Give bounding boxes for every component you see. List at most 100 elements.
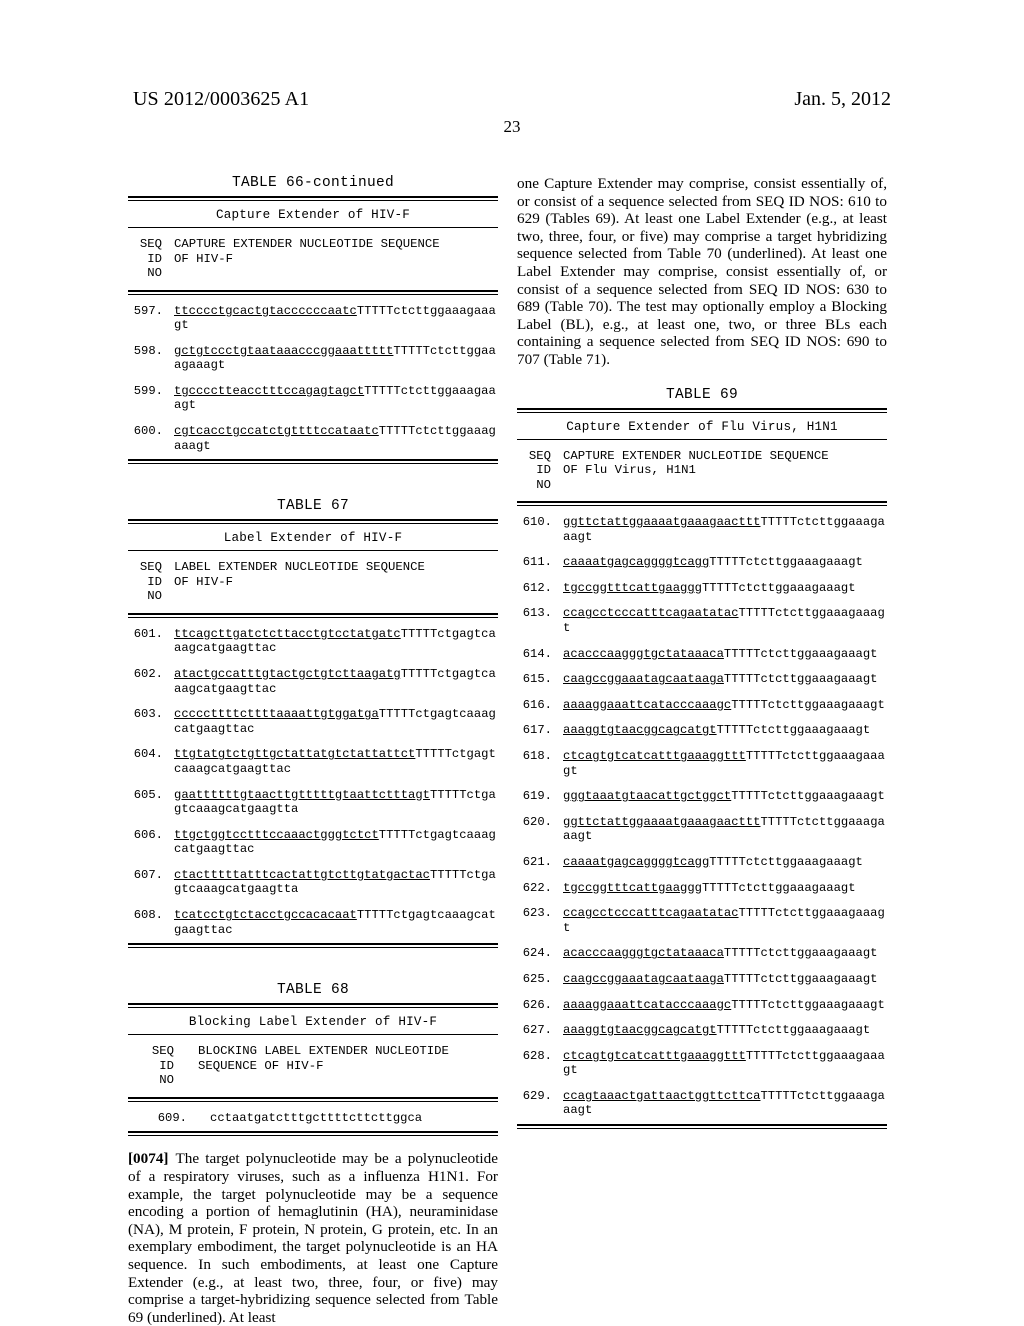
nucleotide-sequence: ttgctggtcctttccaaactgggtctctTTTTTctgagtc… <box>174 828 498 857</box>
table-69-column-headers: SEQ ID NO CAPTURE EXTENDER NUCLEOTIDE SE… <box>517 440 887 502</box>
target-hybridizing-segment: tgccggtttcattgaaggg <box>563 880 702 895</box>
table-68: TABLE 68 Blocking Label Extender of HIV-… <box>128 982 498 1137</box>
nucleotide-sequence: caaaatgagcaggggtcaggTTTTTctcttggaaagaaag… <box>563 555 887 570</box>
target-hybridizing-segment: ggttctattggaaaatgaaagaacttt <box>563 515 761 530</box>
nucleotide-sequence: tgcccctteacctttccagagtagctTTTTTctcttggaa… <box>174 384 498 413</box>
table-69: TABLE 69 Capture Extender of Flu Virus, … <box>517 387 887 1130</box>
nucleotide-sequence: ttcagcttgatctcttacctgtcctatgatcTTTTTctga… <box>174 627 498 656</box>
table-69-seq-id-header: SEQ ID NO <box>528 448 552 492</box>
nucleotide-sequence: aaaggtgtaacggcagcatgtTTTTTctcttggaaagaaa… <box>563 1023 887 1038</box>
tail-segment: cctaatgatctttgcttttcttcttggca <box>210 1110 423 1125</box>
seq-id-number: 629. <box>522 1088 552 1103</box>
tail-segment: TTTTTctcttggaaagaaagt <box>716 1023 871 1038</box>
nucleotide-sequence: aaaaggaaattcatacccaaagcTTTTTctcttggaaaga… <box>563 998 887 1013</box>
tail-segment: TTTTTctcttggaaagaaagt <box>731 789 885 804</box>
sequence-row: 607. ctactttttatttcactattgtcttgtatgactacT… <box>128 868 498 897</box>
sequence-row: 622. tgccggtttcattgaagggTTTTTctcttggaaaga… <box>517 881 887 896</box>
seq-id-number: 609. <box>157 1110 187 1125</box>
page-number: 23 <box>503 117 521 136</box>
table-67-column-headers: SEQ ID NO LABEL EXTENDER NUCLEOTIDE SEQU… <box>128 551 498 613</box>
seq-id-number: 628. <box>522 1048 552 1063</box>
sequence-row: 613. ccagcctcccatttcagaatatacTTTTTctcttgg… <box>517 606 887 635</box>
target-hybridizing-segment: ggttctattggaaaatgaaagaacttt <box>563 814 761 829</box>
table-67-body: 601. ttcagcttgatctcttacctgtcctatgatcTTTTT… <box>128 618 498 944</box>
table-67-bottom-rule <box>128 943 498 949</box>
seq-id-number: 610. <box>522 515 552 530</box>
seq-id-number: 627. <box>522 1023 552 1038</box>
table-67: TABLE 67 Label Extender of HIV-F SEQ ID … <box>128 498 498 949</box>
sequence-row: 623. ccagcctcccatttcagaatatacTTTTTctcttgg… <box>517 906 887 935</box>
seq-id-number: 624. <box>522 946 552 961</box>
nucleotide-sequence: ggttctattggaaaatgaaagaactttTTTTTctcttgga… <box>563 815 887 844</box>
seq-id-number: 621. <box>522 854 552 869</box>
table-66-bottom-rule <box>128 459 498 465</box>
target-hybridizing-segment: ctcagtgtcatcatttgaaaggttt <box>563 1048 746 1063</box>
tail-segment: TTTTTctcttggaaagaaagt <box>731 697 885 712</box>
nucleotide-sequence: acacccaagggtgctataaacaTTTTTctcttggaaagaa… <box>563 946 887 961</box>
table-66-title: TABLE 66-continued <box>231 175 395 191</box>
sequence-row: 602. atactgccatttgtactgctgtcttaagatgTTTTT… <box>128 667 498 696</box>
nucleotide-sequence: ttcccctgcactgtaccccccaatcTTTTTctcttggaaa… <box>174 304 498 333</box>
target-hybridizing-segment: ttgctggtcctttccaaactgggtctct <box>174 827 379 842</box>
target-hybridizing-segment: caaaatgagcaggggtcagg <box>563 555 710 570</box>
nucleotide-sequence: ccagcctcccatttcagaatatacTTTTTctcttggaaag… <box>563 606 887 635</box>
target-hybridizing-segment: tgccggtttcattgaaggg <box>563 580 702 595</box>
seq-id-number: 606. <box>133 827 163 842</box>
sequence-row: 628. ctcagtgtcatcatttgaaaggtttTTTTTctcttg… <box>517 1049 887 1078</box>
target-hybridizing-segment: gaattttttgtaacttgtttttgtaattctttagt <box>174 787 430 802</box>
table-67-subtitle: Label Extender of HIV-F <box>223 531 403 546</box>
tail-segment: TTTTTctcttggaaagaaagt <box>723 646 878 661</box>
target-hybridizing-segment: aaaaggaaattcatacccaaagc <box>563 697 732 712</box>
sequence-row: 615. caagccggaaatagcaataagaTTTTTctcttggaa… <box>517 672 887 687</box>
nucleotide-sequence: aaaaggaaattcatacccaaagcTTTTTctcttggaaaga… <box>563 698 887 713</box>
nucleotide-sequence: ccagcctcccatttcagaatatacTTTTTctcttggaaag… <box>563 906 887 935</box>
nucleotide-sequence: cgtcacctgccatctgttttccataatcTTTTTctcttgg… <box>174 424 498 453</box>
table-67-title: TABLE 67 <box>276 498 349 515</box>
nucleotide-sequence: caagccggaaatagcaataagaTTTTTctcttggaaagaa… <box>563 972 887 987</box>
seq-id-number: 608. <box>133 908 163 923</box>
target-hybridizing-segment: acacccaagggtgctataaaca <box>563 646 724 661</box>
table-66-body: 597. ttcccctgcactgtaccccccaatcTTTTTctcttg… <box>128 295 498 460</box>
seq-id-number: 613. <box>522 606 552 621</box>
sequence-row: 618. ctcagtgtcatcatttgaaaggtttTTTTTctcttg… <box>517 749 887 778</box>
nucleotide-sequence: ctactttttatttcactattgtcttgtatgactacTTTTT… <box>174 868 498 897</box>
target-hybridizing-segment: aaaggtgtaacggcagcatgt <box>563 1023 717 1038</box>
nucleotide-sequence: aaaggtgtaacggcagcatgtTTTTTctcttggaaagaaa… <box>563 723 887 738</box>
publication-number: US 2012/0003625 A1 <box>133 88 310 110</box>
sequence-row: 598. gctgtccctgtaataaacccggaaatttttTTTTTc… <box>128 344 498 373</box>
tail-segment: TTTTTctcttggaaagaaagt <box>701 580 856 595</box>
sequence-row: 619. gggtaaatgtaacattgctggctTTTTTctcttgga… <box>517 789 887 804</box>
seq-id-number: 601. <box>133 626 163 641</box>
target-hybridizing-segment: caagccggaaatagcaataaga <box>563 672 724 687</box>
table-69-desc-header: CAPTURE EXTENDER NUCLEOTIDE SEQUENCE OF … <box>563 448 829 478</box>
target-hybridizing-segment: atactgccatttgtactgctgtcttaagatg <box>174 666 401 681</box>
table-67-desc-header: LABEL EXTENDER NUCLEOTIDE SEQUENCE OF HI… <box>174 560 425 589</box>
sequence-row: 597. ttcccctgcactgtaccccccaatcTTTTTctcttg… <box>128 304 498 333</box>
nucleotide-sequence: ctcagtgtcatcatttgaaaggtttTTTTTctcttggaaa… <box>563 1049 887 1078</box>
seq-id-number: 620. <box>522 814 552 829</box>
tail-segment: TTTTTctcttggaaagaaagt <box>716 723 871 738</box>
target-hybridizing-segment: acacccaagggtgctataaaca <box>563 946 724 961</box>
nucleotide-sequence: ccagtaaactgattaactggttcttcaTTTTTctcttgga… <box>563 1089 887 1118</box>
nucleotide-sequence: ttgtatgtctgttgctattatgtctattattctTTTTTct… <box>174 747 498 776</box>
sequence-row: 621. caaaatgagcaggggtcaggTTTTTctcttggaaag… <box>517 855 887 870</box>
sequence-row: 626. aaaaggaaattcatacccaaagcTTTTTctcttgga… <box>517 998 887 1013</box>
sequence-row: 600. cgtcacctgccatctgttttccataatcTTTTTctc… <box>128 424 498 453</box>
seq-id-number: 616. <box>522 697 552 712</box>
sequence-row: 603. cccccttttcttttaaaattgtggatgaTTTTTctg… <box>128 707 498 736</box>
table-66-column-headers: SEQ ID NO CAPTURE EXTENDER NUCLEOTIDE SE… <box>128 228 498 290</box>
table-69-body: 610. ggttctattggaaaatgaaagaactttTTTTTctct… <box>517 506 887 1124</box>
sequence-row: 625. caagccggaaatagcaataagaTTTTTctcttggaa… <box>517 972 887 987</box>
target-hybridizing-segment: ccagcctcccatttcagaatatac <box>563 606 739 621</box>
nucleotide-sequence: gggtaaatgtaacattgctggctTTTTTctcttggaaaga… <box>563 789 887 804</box>
right-column: one Capture Extender may comprise, consi… <box>517 175 887 1139</box>
table-68-seq-id-header: SEQ ID NO <box>151 1044 175 1088</box>
sequence-row: 612. tgccggtttcattgaagggTTTTTctcttggaaaga… <box>517 581 887 596</box>
sequence-row: 629. ccagtaaactgattaactggttcttcaTTTTTctct… <box>517 1089 887 1118</box>
nucleotide-sequence: cccccttttcttttaaaattgtggatgaTTTTTctgagtc… <box>174 707 498 736</box>
table-68-bottom-rule <box>128 1131 498 1137</box>
table-69-bottom-rule <box>517 1124 887 1130</box>
sequence-row: 611. caaaatgagcaggggtcaggTTTTTctcttggaaag… <box>517 555 887 570</box>
seq-id-number: 597. <box>133 303 163 318</box>
publication-date: Jan. 5, 2012 <box>794 88 891 110</box>
